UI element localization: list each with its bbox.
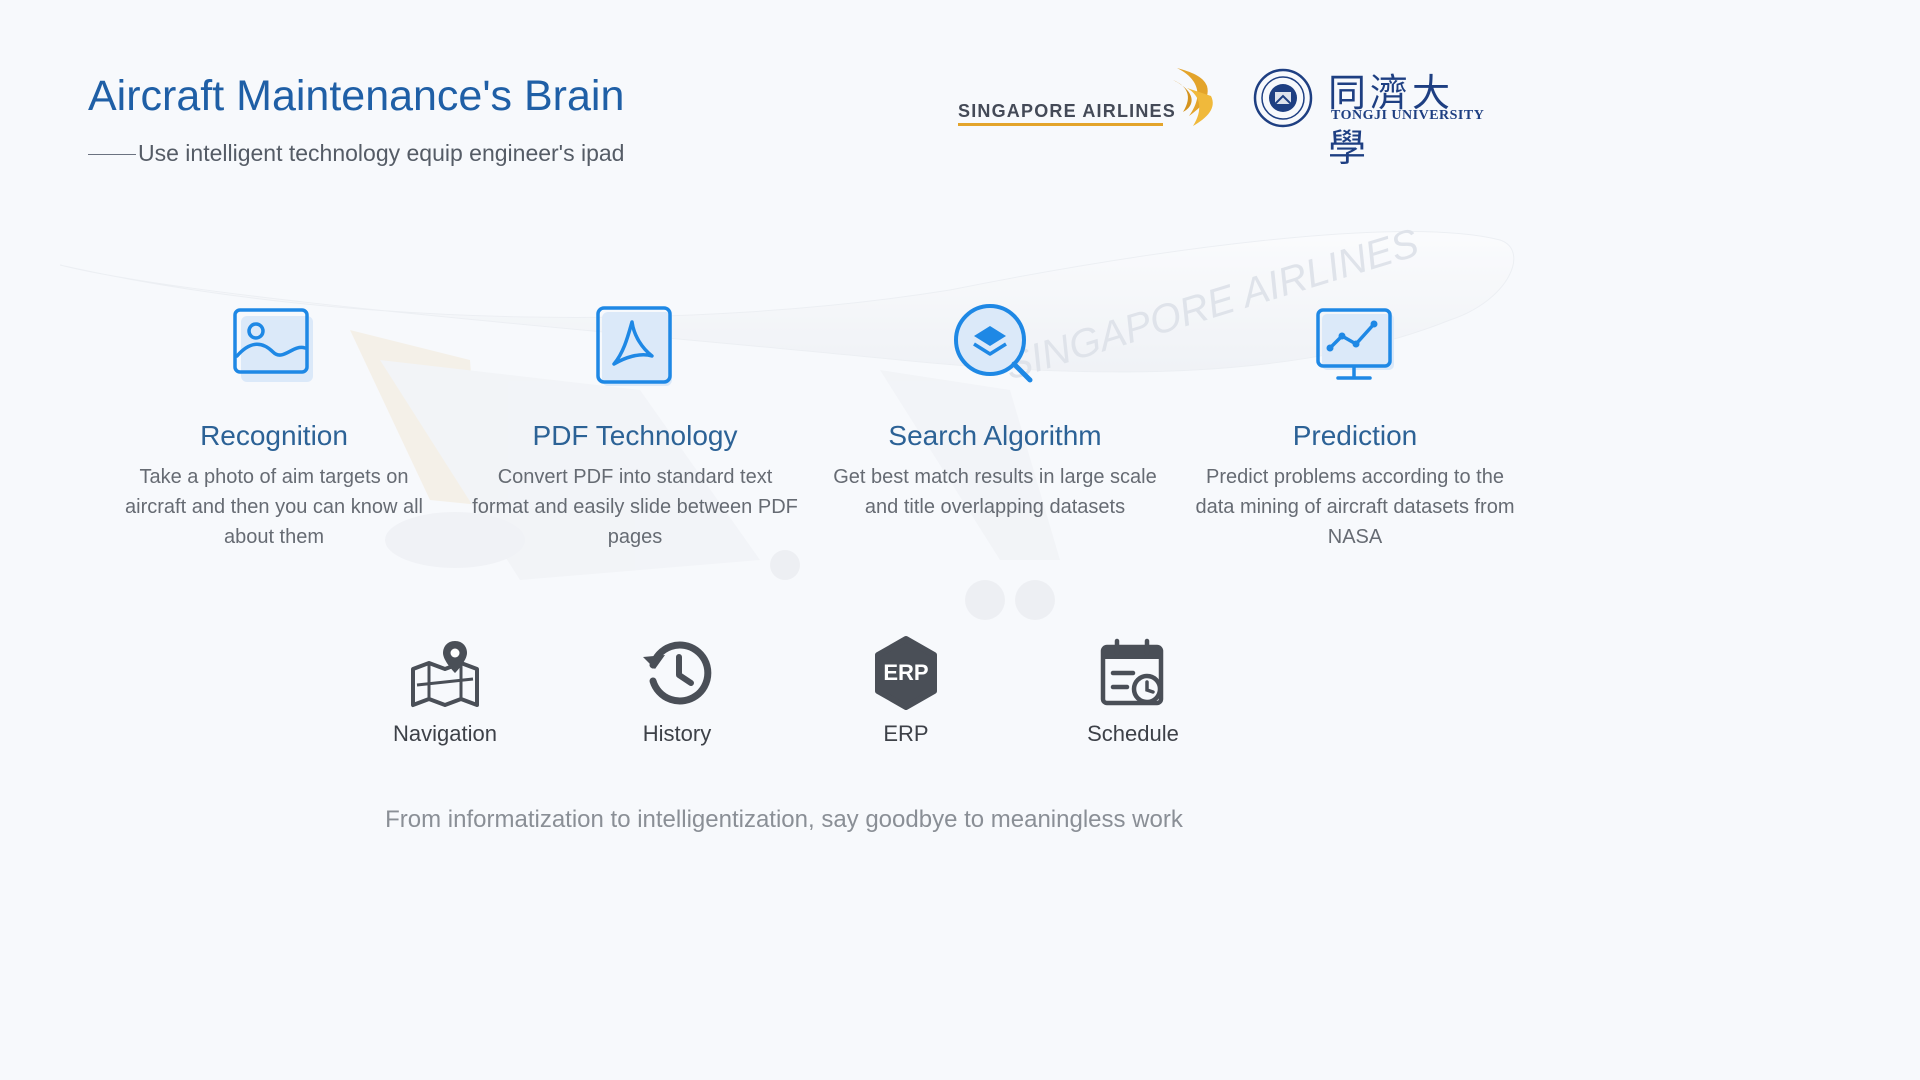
tool-label: History [642,721,712,746]
feature-description: Take a photo of aim targets on aircraft … [125,466,423,548]
chart-monitor-icon [1316,308,1394,380]
calendar-clock-icon [1100,638,1164,706]
feature-title: Prediction [1292,420,1418,451]
tool-history[interactable]: History [597,635,757,747]
page-subtitle: Use intelligent technology equip enginee… [88,140,624,167]
feature-search-algorithm: Search Algorithm Get best match results … [825,300,1165,522]
singapore-airlines-wordmark: SINGAPORE AIRLINES [958,101,1176,121]
singapore-airlines-logo: SINGAPORE AIRLINES [955,66,1217,130]
feature-title: PDF Technology [532,420,738,451]
erp-icon: ERP [875,636,937,710]
tool-erp[interactable]: ERP ERP [826,635,986,747]
feature-title: Search Algorithm [888,420,1102,451]
history-icon [643,641,712,705]
tongji-seal-icon [1253,68,1313,128]
subtitle-text: Use intelligent technology equip enginee… [138,140,625,166]
pdf-icon [596,306,672,386]
tongji-english-name: TONGJI UNIVERSITY [1331,108,1485,123]
feature-title: Recognition [200,420,348,451]
page-title: Aircraft Maintenance's Brain [88,72,625,120]
erp-badge-text: ERP [883,660,928,685]
image-icon [233,308,313,382]
map-pin-icon [411,641,479,707]
subtitle-dash [88,154,136,156]
tool-schedule[interactable]: Schedule [1053,635,1213,747]
feature-pdf-technology: PDF Technology Convert PDF into standard… [465,300,805,552]
feature-recognition: Recognition Take a photo of aim targets … [104,300,444,552]
tool-label: Navigation [393,721,497,746]
tool-label: ERP [883,721,929,746]
feature-description: Convert PDF into standard text format an… [472,466,798,548]
feature-description: Get best match results in large scale an… [833,466,1157,518]
tool-label: Schedule [1087,721,1179,746]
tongji-university-logo: 同濟大學 TONGJI UNIVERSITY [1253,66,1493,170]
singapore-airlines-underline [958,123,1163,126]
singapore-airlines-bird-icon [1173,68,1213,126]
search-layers-icon [954,304,1033,383]
tool-navigation[interactable]: Navigation [365,635,525,747]
feature-description: Predict problems according to the data m… [1195,466,1515,548]
footer-tagline: From informatization to intelligentizati… [385,806,1183,833]
feature-prediction: Prediction Predict problems according to… [1185,300,1525,552]
